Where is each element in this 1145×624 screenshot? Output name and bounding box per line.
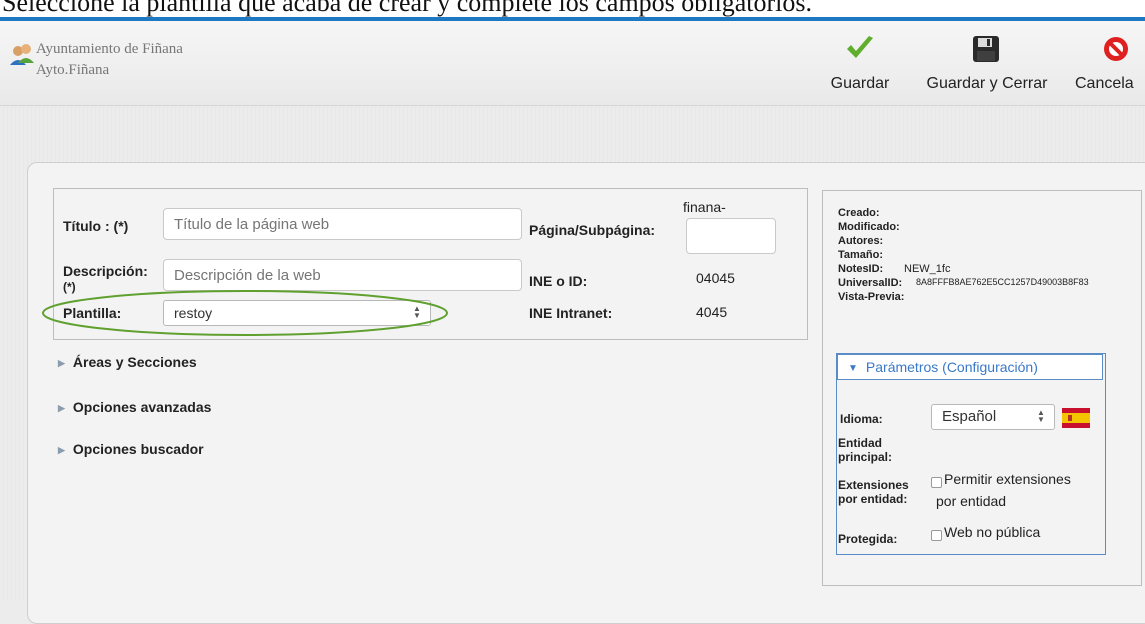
- protected-text: Web no pública: [944, 524, 1041, 540]
- notesid-label: NotesID:: [838, 263, 884, 275]
- entity-label-2: principal:: [838, 450, 893, 464]
- universalid-value: 8A8FFFB8AE762E5CC1257D49003B8F83: [916, 277, 1089, 287]
- params-header[interactable]: ▼ Parámetros (Configuración): [837, 354, 1103, 380]
- triangle-right-icon: ▶: [58, 358, 65, 368]
- highlight-ellipse: [42, 290, 448, 336]
- modified-label: Modificado:: [838, 221, 900, 233]
- instruction-text: Seleccione la plantilla que acaba de cre…: [2, 0, 813, 17]
- ext-text-2: por entidad: [936, 493, 1007, 509]
- title-label: Título : (*): [63, 218, 129, 234]
- ext-label-2: por entidad:: [838, 492, 908, 506]
- floppy-disk-icon: [973, 36, 999, 62]
- triangle-right-icon: ▶: [58, 403, 65, 413]
- params-header-label: Parámetros (Configuración): [865, 359, 1038, 375]
- universalid-label: UniversalID:: [838, 277, 903, 289]
- section-search[interactable]: ▶ Opciones buscador: [58, 441, 204, 457]
- language-value: Español: [942, 408, 997, 425]
- ine-intranet-label: INE Intranet:: [529, 305, 613, 321]
- select-stepper-icon: ▲ ▼: [1037, 408, 1045, 424]
- ext-checkbox[interactable]: [931, 477, 942, 488]
- cancel-icon: [1104, 37, 1128, 61]
- notesid-value: NEW_1fc: [904, 263, 951, 275]
- protected-checkbox[interactable]: [931, 530, 942, 541]
- page-prefix: finana-: [683, 199, 726, 215]
- language-label: Idioma:: [840, 412, 883, 426]
- created-label: Creado:: [838, 207, 880, 219]
- ine-value: 04045: [696, 270, 735, 286]
- protected-label: Protegida:: [838, 532, 898, 546]
- save-label: Guardar: [830, 75, 890, 92]
- size-label: Tamaño:: [838, 249, 884, 261]
- cancel-button[interactable]: Cancela: [1075, 21, 1145, 105]
- page-input[interactable]: [686, 218, 776, 254]
- page-label: Página/Subpágina:: [529, 222, 656, 238]
- cancel-label: Cancela: [1075, 75, 1134, 92]
- spain-flag-icon: [1062, 408, 1090, 428]
- user-group-icon: [10, 44, 34, 65]
- entity-label-1: Entidad: [838, 436, 882, 450]
- section-areas-label: Áreas y Secciones: [72, 354, 197, 370]
- ext-label-1: Extensiones: [838, 478, 909, 492]
- save-close-button[interactable]: Guardar y Cerrar: [912, 21, 1062, 105]
- checkmark-icon: [847, 36, 873, 58]
- save-close-label: Guardar y Cerrar: [926, 75, 1048, 92]
- section-advanced[interactable]: ▶ Opciones avanzadas: [58, 399, 211, 415]
- section-advanced-label: Opciones avanzadas: [72, 399, 212, 415]
- title-input[interactable]: [163, 208, 522, 240]
- org-short-name: Ayto.Fiñana: [36, 62, 110, 78]
- triangle-right-icon: ▶: [58, 445, 65, 455]
- description-input[interactable]: [163, 259, 522, 291]
- triangle-down-icon: ▼: [848, 363, 858, 374]
- description-label: Descripción:: [63, 263, 148, 279]
- section-areas[interactable]: ▶ Áreas y Secciones: [58, 354, 197, 370]
- section-search-label: Opciones buscador: [72, 441, 204, 457]
- instruction-banner: Seleccione la plantilla que acaba de cre…: [0, 0, 1145, 17]
- language-select[interactable]: Español ▲ ▼: [931, 404, 1055, 430]
- authors-label: Autores:: [838, 235, 884, 247]
- ine-intranet-value: 4045: [696, 304, 728, 320]
- org-name: Ayuntamiento de Fiñana: [36, 41, 183, 57]
- save-button[interactable]: Guardar: [822, 21, 898, 105]
- preview-label: Vista-Previa:: [838, 291, 905, 303]
- ine-label: INE o ID:: [529, 273, 588, 289]
- ext-text-1: Permitir extensiones: [944, 471, 1071, 487]
